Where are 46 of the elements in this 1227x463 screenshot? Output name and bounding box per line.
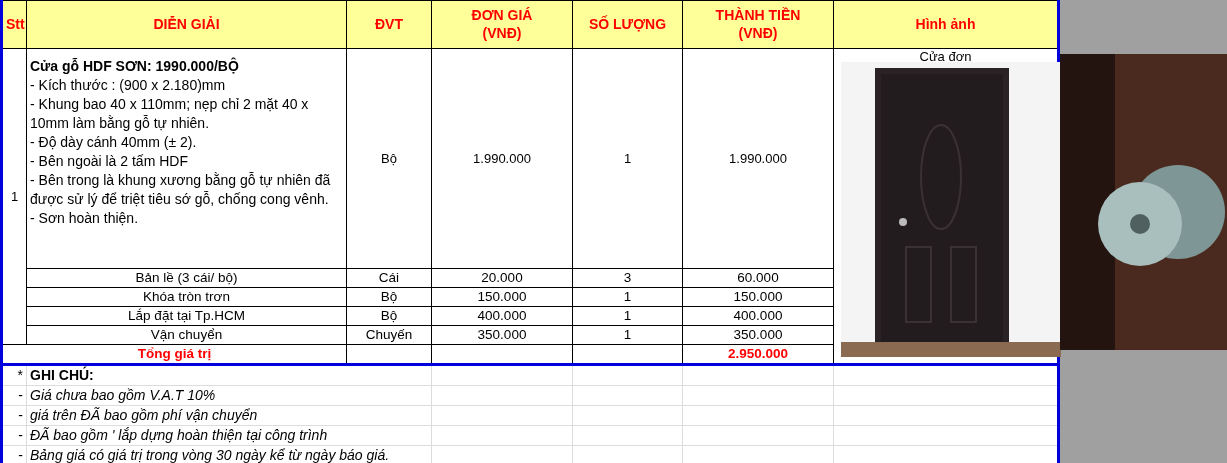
spec-line: - Bên trong là khung xương bằng gỗ tự nhiên đã được sử lý để triệt tiêu sớ gỗ, chống cong vênh. (30, 171, 332, 209)
table-cell: Lắp đặt tại Tp.HCM (26, 306, 347, 326)
column-header: SỐ LƯỢNG (572, 0, 683, 49)
table-cell: Cái (346, 268, 432, 288)
table-cell: 1 (572, 306, 683, 326)
note-text: ĐÃ bao gồm ' lắp dựng hoàn thiện tại công trình (30, 427, 328, 443)
spec-line: - Bên ngoài là 2 tấm HDF (30, 152, 189, 171)
table-cell: 150.000 (431, 287, 573, 307)
note-text: giá trên ĐÃ bao gồm phí vận chuyển (30, 407, 258, 423)
note-marker: - (1, 385, 27, 406)
table-cell: 400.000 (431, 306, 573, 326)
table-cell: 1.990.000 (682, 48, 834, 269)
table-cell: 350.000 (431, 325, 573, 345)
image-caption: Cửa đơn (918, 49, 973, 64)
column-header: THÀNH TIỀN (VNĐ) (682, 0, 834, 49)
column-header: Hình ảnh (833, 0, 1059, 49)
spec-line: - Khung bao 40 x 110mm; nẹp chỉ 2 mặt 40 x 10mm làm bằng gỗ tự nhiên. (30, 95, 310, 133)
note-text: Giá chưa bao gồm V.A.T 10% (30, 387, 216, 403)
table-cell: Bộ (346, 48, 432, 269)
notes-heading: GHI CHÚ: (30, 367, 94, 383)
product-title: Cửa gỗ HDF SƠN: 1990.000/BỘ (30, 57, 240, 76)
row-number: 1 (1, 48, 27, 345)
spec-line: - Sơn hoàn thiện. (30, 209, 140, 228)
table-cell: 3 (572, 268, 683, 288)
note-text: Bảng giá có giá trị trong vòng 30 ngày kể từ ngày báo giá. (30, 447, 390, 463)
column-header: ĐVT (346, 0, 432, 49)
table-cell: 1 (572, 325, 683, 345)
table-cell: Vận chuyển (26, 325, 347, 345)
column-header: ĐƠN GIÁ (VNĐ) (431, 0, 573, 49)
table-cell: Khóa tròn trơn (26, 287, 347, 307)
table-cell: 1 (572, 48, 683, 269)
column-header: Stt (1, 0, 27, 49)
column-header: DIỄN GIẢI (26, 0, 347, 49)
total-label: Tổng giá trị (1, 344, 347, 365)
table-cell: Bản lề (3 cái/ bộ) (26, 268, 347, 288)
note-marker: - (1, 425, 27, 446)
spec-line: - Độ dày cánh 40mm (± 2). (30, 133, 198, 152)
table-cell: Bộ (346, 287, 432, 307)
spec-line: - Kích thước : (900 x 2.180)mm (30, 76, 227, 95)
table-cell: Chuyến (346, 325, 432, 345)
table-cell: Bộ (346, 306, 432, 326)
table-cell: 1.990.000 (431, 48, 573, 269)
table-cell: 1 (572, 287, 683, 307)
note-marker: - (1, 405, 27, 426)
table-cell: 20.000 (431, 268, 573, 288)
note-marker: * (1, 364, 27, 386)
